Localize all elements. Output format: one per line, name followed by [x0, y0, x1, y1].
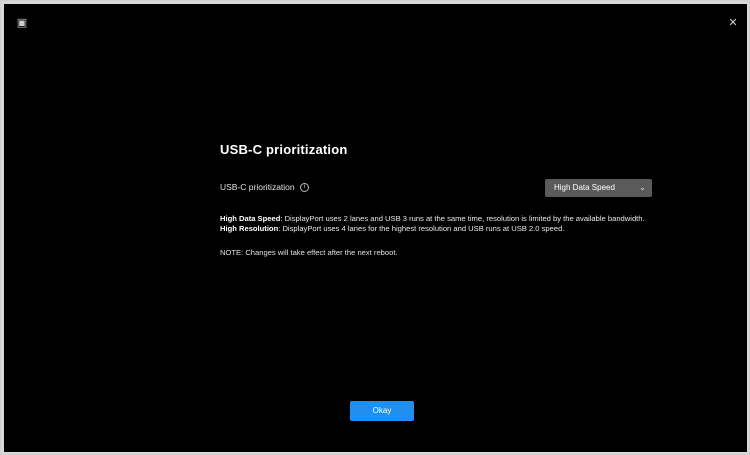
- desc-line-2: High Resolution: DisplayPort uses 4 lane…: [220, 224, 660, 234]
- setting-label: USB-C prioritization i: [220, 182, 310, 193]
- dialog-title: USB-C prioritization: [220, 142, 348, 157]
- dropdown-value: High Data Speed: [554, 183, 615, 192]
- desc-line-1: High Data Speed: DisplayPort uses 2 lane…: [220, 214, 660, 224]
- option-descriptions: High Data Speed: DisplayPort uses 2 lane…: [220, 214, 660, 234]
- info-icon[interactable]: i: [300, 183, 310, 193]
- desc-2-text: : DisplayPort uses 4 lanes for the highe…: [278, 224, 565, 233]
- close-icon[interactable]: ✕: [727, 17, 739, 29]
- setting-label-text: USB-C prioritization: [220, 182, 295, 192]
- desc-1-text: : DisplayPort uses 2 lanes and USB 3 run…: [280, 214, 645, 223]
- priority-dropdown[interactable]: High Data Speed ⌄: [545, 179, 652, 197]
- desc-2-bold: High Resolution: [220, 224, 279, 233]
- desc-1-bold: High Data Speed: [220, 214, 281, 223]
- screenshot-frame: ▣ ✕ USB-C prioritization USB-C prioritiz…: [0, 0, 750, 455]
- ok-button[interactable]: Okay: [350, 401, 414, 421]
- reboot-note: NOTE: Changes will take effect after the…: [220, 248, 398, 257]
- dialog-window: ▣ ✕ USB-C prioritization USB-C prioritiz…: [4, 4, 747, 452]
- setting-row: USB-C prioritization i High Data Speed ⌄: [220, 179, 660, 197]
- window-icon: ▣: [16, 17, 28, 29]
- dialog-content: USB-C prioritization USB-C prioritizatio…: [220, 142, 660, 257]
- chevron-down-icon: ⌄: [639, 183, 646, 192]
